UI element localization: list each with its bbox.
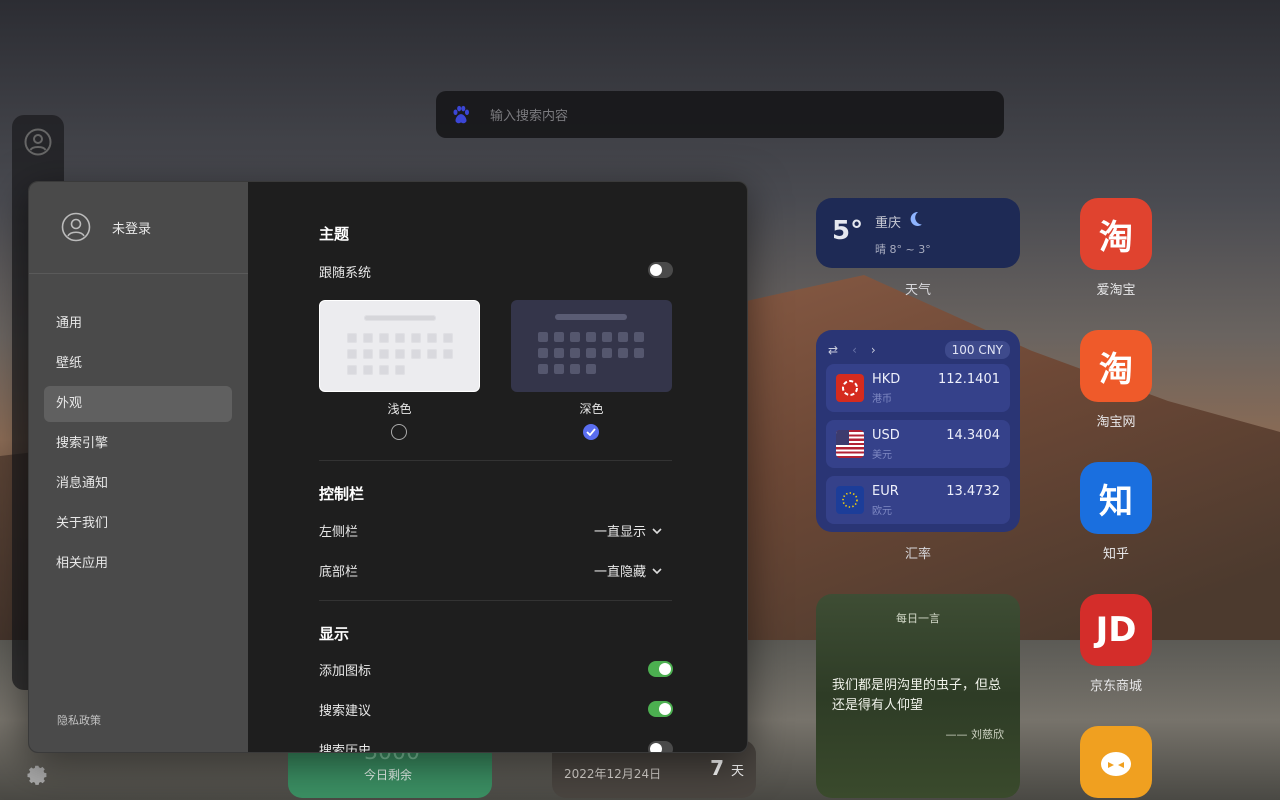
currency-name: 港币 (872, 394, 892, 405)
app-taobao[interactable]: 淘 (1080, 330, 1152, 402)
app-glyph: 淘 (1099, 349, 1133, 390)
bottom-bar-label: 底部栏 (319, 565, 359, 580)
next-icon[interactable]: › (871, 343, 876, 357)
baidu-paw-icon (453, 105, 469, 123)
hk-flag-icon (836, 374, 864, 402)
light-theme-preview[interactable] (319, 300, 480, 392)
exchange-row: USD 美元 14.3404 (826, 420, 1010, 468)
nav-item-notifications[interactable]: 消息通知 (44, 466, 232, 502)
currency-value: 14.3404 (946, 428, 1000, 443)
left-bar-value: 一直显示 (594, 525, 647, 540)
weather-widget[interactable]: 5° 重庆 晴 8° ~ 3° (816, 198, 1020, 268)
moon-icon (910, 211, 922, 226)
quote-text: 我们都是阴沟里的虫子，但总还是得有人仰望 (832, 678, 1002, 713)
control-bar-title: 控制栏 (319, 485, 365, 503)
app-bilibili[interactable] (1080, 726, 1152, 798)
exchange-row: HKD 港币 112.1401 (826, 364, 1010, 412)
privacy-policy-link[interactable]: 隐私政策 (57, 712, 101, 728)
display-title: 显示 (319, 625, 350, 643)
search-placeholder: 输入搜索内容 (490, 109, 569, 124)
app-glyph: 淘 (1099, 217, 1133, 258)
light-theme-radio[interactable] (391, 424, 407, 440)
check-icon (586, 428, 596, 436)
search-history-toggle[interactable] (648, 741, 673, 752)
app-glyph: JD (1095, 610, 1137, 650)
divider (319, 460, 672, 461)
currency-name: 欧元 (872, 506, 892, 517)
left-bar-label: 左侧栏 (319, 525, 359, 540)
settings-content: 主题 跟随系统 浅色 深色 控制栏 左侧栏 一直显示 底部栏 一直隐藏 显示 添… (248, 182, 747, 752)
nav-item-general[interactable]: 通用 (44, 306, 232, 342)
app-label: 知乎 (1102, 547, 1129, 562)
app-jd[interactable]: JD (1080, 594, 1152, 666)
bottom-bar-value: 一直隐藏 (594, 565, 647, 580)
divider (319, 600, 672, 601)
bottom-bar-select[interactable]: 一直隐藏 (594, 561, 662, 580)
theme-title: 主题 (319, 225, 350, 243)
weather-temp: 5° (832, 216, 864, 246)
gear-icon[interactable] (26, 764, 50, 788)
search-history-label: 搜索历史 (319, 744, 372, 753)
currency-value: 13.4732 (946, 484, 1000, 499)
eu-flag-icon (836, 486, 864, 514)
tv-face-icon (1101, 752, 1131, 776)
settings-sidebar: 未登录 通用 壁纸 外观 搜索引擎 消息通知 关于我们 相关应用 隐私政策 (29, 182, 248, 752)
exchange-widget[interactable]: ⇄ ‹ › 100 CNY HKD 港币 112.1401 USD 美元 14.… (816, 330, 1020, 532)
currency-code: EUR (872, 484, 899, 499)
dark-theme-radio[interactable] (583, 424, 599, 440)
follow-system-label: 跟随系统 (319, 266, 372, 281)
app-label: 淘宝网 (1096, 415, 1136, 430)
follow-system-toggle[interactable] (648, 262, 673, 278)
search-suggest-label: 搜索建议 (319, 704, 372, 719)
app-ai-taobao[interactable]: 淘 (1080, 198, 1152, 270)
search-suggest-toggle[interactable] (648, 701, 673, 717)
user-avatar-icon (61, 212, 91, 242)
dock-avatar-icon[interactable] (24, 128, 52, 156)
dark-theme-label: 深色 (579, 402, 604, 416)
countdown-date: 2022年12月24日 (564, 767, 662, 781)
app-glyph: 知 (1099, 481, 1133, 522)
nav-item-related-apps[interactable]: 相关应用 (44, 546, 232, 582)
add-icon-toggle[interactable] (648, 661, 673, 677)
currency-code: USD (872, 428, 900, 443)
nav-item-appearance[interactable]: 外观 (44, 386, 232, 422)
weather-city: 重庆 (875, 216, 902, 231)
water-sub: 今日剩余 (364, 768, 413, 782)
currency-code: HKD (872, 372, 901, 387)
prev-icon[interactable]: ‹ (852, 343, 857, 357)
swap-icon[interactable]: ⇄ (828, 343, 838, 357)
app-zhihu[interactable]: 知 (1080, 462, 1152, 534)
chevron-down-icon (652, 567, 662, 574)
quote-title: 每日一言 (896, 612, 940, 625)
user-profile[interactable]: 未登录 (61, 212, 151, 242)
user-name: 未登录 (112, 221, 152, 237)
us-flag-icon (836, 430, 864, 458)
nav-item-search-engine[interactable]: 搜索引擎 (44, 426, 232, 462)
exchange-row: EUR 欧元 13.4732 (826, 476, 1010, 524)
light-theme-label: 浅色 (387, 402, 412, 416)
divider (29, 273, 248, 274)
currency-name: 美元 (872, 450, 892, 461)
chevron-down-icon (652, 527, 662, 534)
weather-label: 天气 (904, 283, 931, 298)
settings-nav: 通用 壁纸 外观 搜索引擎 消息通知 关于我们 相关应用 (44, 306, 232, 586)
exchange-label: 汇率 (904, 547, 931, 562)
app-label: 京东商城 (1089, 679, 1142, 694)
quote-author: —— 刘慈欣 (945, 728, 1005, 741)
settings-modal: 未登录 通用 壁纸 外观 搜索引擎 消息通知 关于我们 相关应用 隐私政策 主题… (28, 181, 748, 753)
weather-desc: 晴 8° ~ 3° (875, 243, 931, 256)
currency-value: 112.1401 (937, 372, 1000, 387)
dark-theme-preview[interactable] (511, 300, 672, 392)
daily-quote-widget[interactable]: 每日一言 我们都是阴沟里的虫子，但总还是得有人仰望 —— 刘慈欣 (816, 594, 1020, 798)
nav-item-about[interactable]: 关于我们 (44, 506, 232, 542)
app-label: 爱淘宝 (1096, 283, 1136, 298)
left-bar-select[interactable]: 一直显示 (594, 521, 662, 540)
add-icon-label: 添加图标 (319, 664, 372, 679)
nav-item-wallpaper[interactable]: 壁纸 (44, 346, 232, 382)
exchange-amount[interactable]: 100 CNY (944, 341, 1010, 359)
search-bar[interactable]: 输入搜索内容 (436, 91, 1004, 138)
countdown-days: 7 天 (710, 756, 744, 780)
